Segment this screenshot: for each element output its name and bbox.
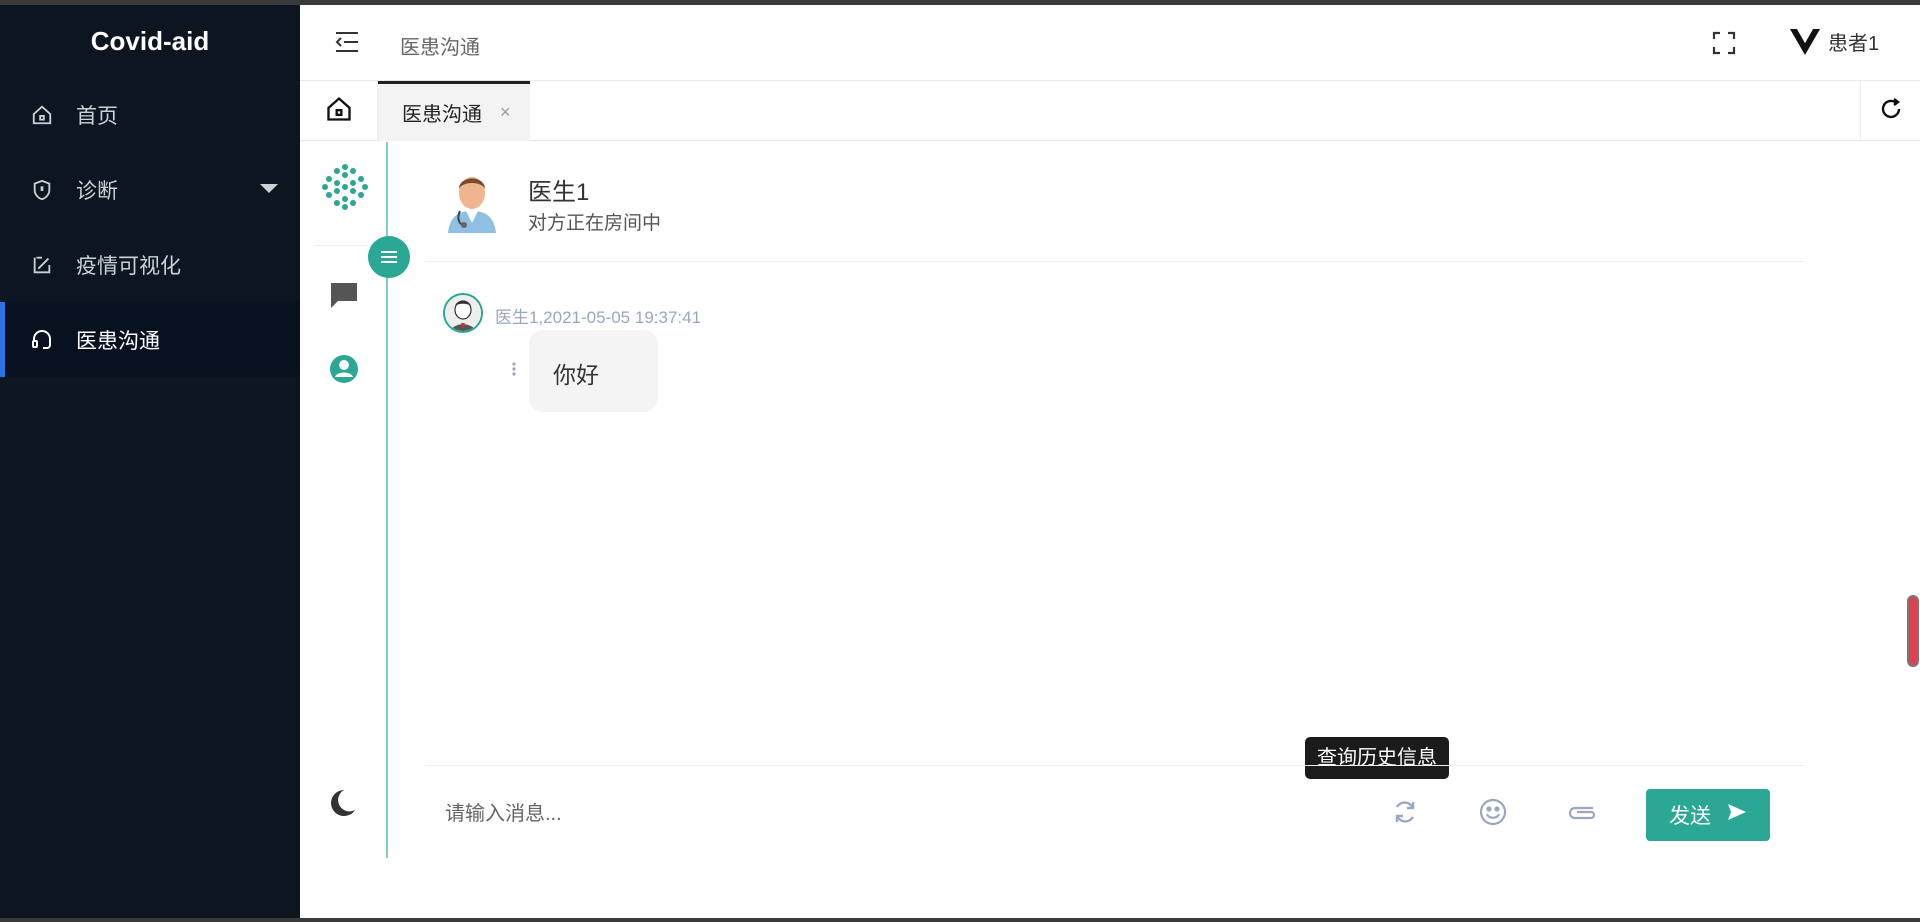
page-title: 医患沟通 xyxy=(400,37,480,59)
message-meta: 医生1,2021-05-05 19:37:41 xyxy=(495,308,702,327)
home-icon xyxy=(325,95,353,128)
send-icon xyxy=(1727,803,1747,827)
attachment-icon[interactable] xyxy=(1567,796,1599,828)
sidebar-item-diagnosis[interactable]: 诊断 xyxy=(0,152,300,227)
rail-divider xyxy=(314,245,374,246)
close-icon[interactable]: × xyxy=(500,102,511,123)
brand-title: Covid-aid xyxy=(90,26,210,56)
chat-icon[interactable] xyxy=(329,280,359,315)
contact-icon[interactable] xyxy=(329,354,359,389)
contact-name: 医生1 xyxy=(528,179,590,206)
vue-logo-icon xyxy=(1790,28,1820,55)
sidebar-item-label: 诊断 xyxy=(76,179,118,203)
emoji-icon[interactable] xyxy=(1477,796,1509,828)
sidebar-item-label: 疫情可视化 xyxy=(76,254,181,278)
chat-header: 医生1 对方正在房间中 xyxy=(425,142,1805,262)
chevron-down-icon xyxy=(260,184,278,193)
headset-icon xyxy=(30,328,54,352)
moon-icon[interactable] xyxy=(330,789,356,822)
refresh-button[interactable] xyxy=(1860,81,1920,141)
contact-status: 对方正在房间中 xyxy=(528,213,662,234)
sidebar-item-label: 医患沟通 xyxy=(76,329,160,353)
shield-icon xyxy=(30,178,54,202)
doctor-avatar xyxy=(442,167,502,233)
chat-rail xyxy=(300,142,410,858)
app-root: Covid-aid 首页 诊断 疫情可视化 医患沟通 医患沟通 患者1 医患沟通… xyxy=(0,5,1920,918)
message-bubble: 你好 xyxy=(529,330,658,412)
tab-bar: 医患沟通 × xyxy=(300,81,1920,141)
home-icon xyxy=(30,103,54,127)
rail-menu-button[interactable] xyxy=(368,236,410,278)
sidebar-item-label: 首页 xyxy=(76,104,118,128)
user-menu[interactable]: 患者1 xyxy=(1790,27,1879,56)
tab-label: 医患沟通 xyxy=(402,104,482,126)
message-input-bar: 发送 xyxy=(425,765,1805,857)
fullscreen-icon[interactable] xyxy=(1712,31,1736,55)
message-avatar xyxy=(443,293,483,333)
top-header: 医患沟通 患者1 xyxy=(300,5,1920,81)
send-button[interactable]: 发送 xyxy=(1646,789,1770,841)
scrollbar-thumb[interactable] xyxy=(1907,595,1919,667)
sidebar-item-communication[interactable]: 医患沟通 xyxy=(0,302,300,377)
user-name: 患者1 xyxy=(1828,33,1880,55)
history-icon[interactable] xyxy=(1389,796,1421,828)
chat-app-logo-icon xyxy=(320,162,370,212)
refresh-icon xyxy=(1879,97,1903,126)
more-options-icon[interactable] xyxy=(512,361,516,377)
window-bottom-edge xyxy=(0,918,1920,922)
sidebar: Covid-aid 首页 诊断 疫情可视化 医患沟通 xyxy=(0,5,300,918)
send-button-label: 发送 xyxy=(1669,805,1711,828)
tab-home-button[interactable] xyxy=(300,81,378,141)
sidebar-item-visualization[interactable]: 疫情可视化 xyxy=(0,227,300,302)
tab-communication[interactable]: 医患沟通 × xyxy=(378,81,530,141)
sidebar-item-home[interactable]: 首页 xyxy=(0,77,300,152)
menu-collapse-icon[interactable] xyxy=(334,31,360,53)
message-input[interactable] xyxy=(445,796,1245,832)
chart-edit-icon xyxy=(30,253,54,277)
